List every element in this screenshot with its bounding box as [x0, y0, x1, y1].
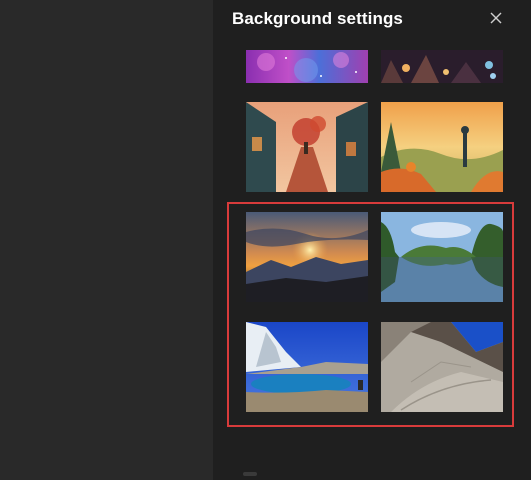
background-settings-panel: Background settings — [213, 0, 531, 480]
background-thumbnail-fantasy-landscape[interactable] — [381, 102, 503, 192]
selected-backgrounds-highlight — [227, 202, 514, 427]
close-icon — [490, 12, 502, 24]
panel-title: Background settings — [232, 9, 403, 28]
background-thumbnail-cave-lanterns[interactable] — [381, 50, 503, 83]
close-button[interactable] — [485, 7, 507, 29]
more-content-indicator — [243, 472, 257, 476]
background-thumbnail-galaxy[interactable] — [246, 50, 368, 83]
background-thumbnail-autumn-town-street[interactable] — [246, 102, 368, 192]
video-preview-area — [0, 0, 213, 480]
